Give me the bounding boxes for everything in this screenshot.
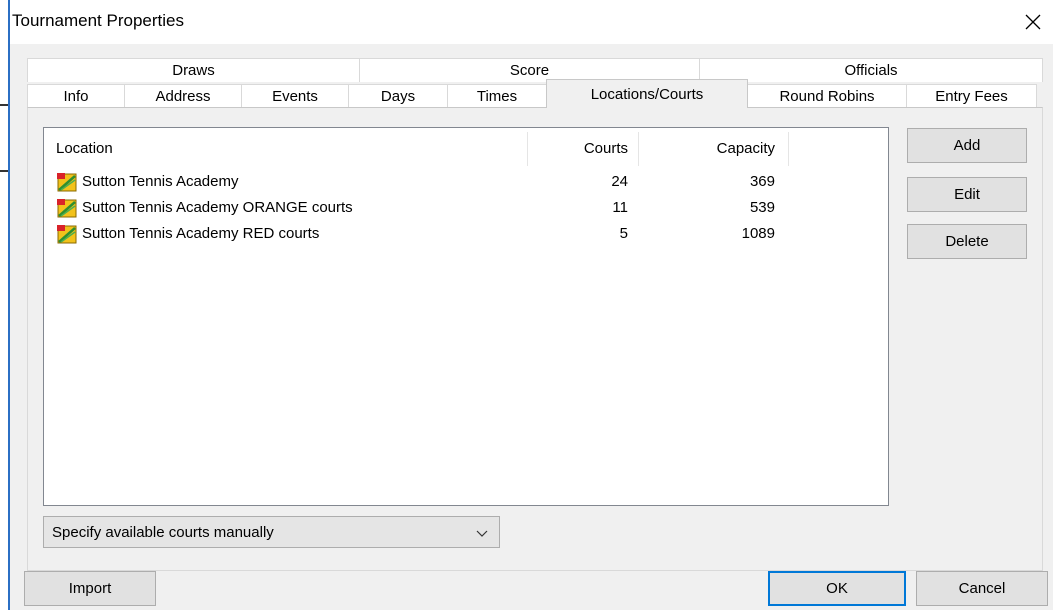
ok-button-label: OK bbox=[826, 580, 848, 597]
delete-button[interactable]: Delete bbox=[907, 224, 1027, 259]
courts-count: 5 bbox=[619, 225, 628, 242]
tab-label: Draws bbox=[172, 62, 215, 79]
edit-button-label: Edit bbox=[954, 186, 980, 203]
list-item[interactable]: Sutton Tennis Academy RED courts 5 1089 bbox=[44, 222, 888, 248]
tab-round-robins[interactable]: Round Robins bbox=[747, 84, 907, 108]
tab-row-lower: Info Address Events Days Times Locations… bbox=[27, 79, 1037, 108]
column-label: Capacity bbox=[716, 139, 775, 157]
delete-button-label: Delete bbox=[945, 233, 989, 250]
capacity-value: 539 bbox=[749, 199, 775, 216]
location-name: Sutton Tennis Academy bbox=[82, 173, 239, 190]
location-icon bbox=[57, 173, 77, 192]
chevron-down-icon bbox=[476, 530, 488, 537]
list-item[interactable]: Sutton Tennis Academy ORANGE courts 11 5… bbox=[44, 196, 888, 222]
tab-address[interactable]: Address bbox=[124, 84, 242, 108]
tab-label: Officials bbox=[844, 62, 898, 79]
locations-list[interactable]: Location Courts Capacity Sutton Tennis A… bbox=[43, 127, 889, 506]
close-icon bbox=[1025, 14, 1041, 30]
list-item[interactable]: Sutton Tennis Academy 24 369 bbox=[44, 170, 888, 196]
column-label: Location bbox=[56, 139, 113, 157]
tab-times[interactable]: Times bbox=[447, 84, 547, 108]
location-name: Sutton Tennis Academy RED courts bbox=[82, 225, 320, 242]
courts-mode-value: Specify available courts manually bbox=[52, 524, 274, 541]
column-header-courts[interactable]: Courts bbox=[528, 130, 628, 166]
capacity-value: 1089 bbox=[741, 225, 775, 242]
tournament-properties-dialog: Tournament Properties Draws Score Offici… bbox=[10, 0, 1053, 610]
tab-label: Entry Fees bbox=[935, 88, 1008, 105]
tab-officials[interactable]: Officials bbox=[699, 58, 1043, 82]
cancel-button[interactable]: Cancel bbox=[916, 571, 1048, 606]
tab-entry-fees[interactable]: Entry Fees bbox=[906, 84, 1037, 108]
location-icon bbox=[57, 225, 77, 244]
import-button[interactable]: Import bbox=[24, 571, 156, 606]
tab-label: Score bbox=[509, 62, 550, 79]
courts-mode-select[interactable]: Specify available courts manually bbox=[43, 516, 500, 548]
tab-draws[interactable]: Draws bbox=[27, 58, 360, 82]
close-button[interactable] bbox=[1013, 4, 1053, 40]
courts-count: 24 bbox=[611, 173, 628, 190]
tab-label: Events bbox=[272, 88, 318, 105]
add-button-label: Add bbox=[953, 137, 981, 154]
capacity-value: 369 bbox=[749, 173, 775, 190]
ok-button[interactable]: OK bbox=[768, 571, 906, 606]
title-bar: Tournament Properties bbox=[10, 0, 1053, 44]
tab-label: Round Robins bbox=[779, 88, 875, 105]
tab-days[interactable]: Days bbox=[348, 84, 448, 108]
column-label: Courts bbox=[583, 139, 628, 157]
edit-button[interactable]: Edit bbox=[907, 177, 1027, 212]
location-name: Sutton Tennis Academy ORANGE courts bbox=[82, 199, 353, 216]
tab-label: Address bbox=[155, 88, 211, 105]
tab-label: Locations/Courts bbox=[590, 85, 704, 103]
window-title: Tournament Properties bbox=[12, 11, 184, 30]
list-header: Location Courts Capacity bbox=[44, 128, 888, 168]
tab-label: Times bbox=[476, 88, 518, 105]
column-header-capacity[interactable]: Capacity bbox=[639, 130, 775, 166]
tab-label: Days bbox=[380, 88, 416, 105]
import-button-label: Import bbox=[68, 580, 112, 597]
window-left-edge bbox=[0, 0, 10, 610]
tab-row-upper: Draws Score Officials bbox=[27, 58, 1043, 82]
cancel-button-label: Cancel bbox=[958, 580, 1006, 597]
tab-label: Info bbox=[63, 88, 89, 105]
tab-info[interactable]: Info bbox=[27, 84, 125, 108]
location-icon bbox=[57, 199, 77, 218]
tab-locations-courts[interactable]: Locations/Courts bbox=[546, 79, 748, 108]
tab-events[interactable]: Events bbox=[241, 84, 349, 108]
add-button[interactable]: Add bbox=[907, 128, 1027, 163]
column-header-location[interactable]: Location bbox=[56, 130, 113, 166]
courts-count: 11 bbox=[612, 199, 628, 216]
